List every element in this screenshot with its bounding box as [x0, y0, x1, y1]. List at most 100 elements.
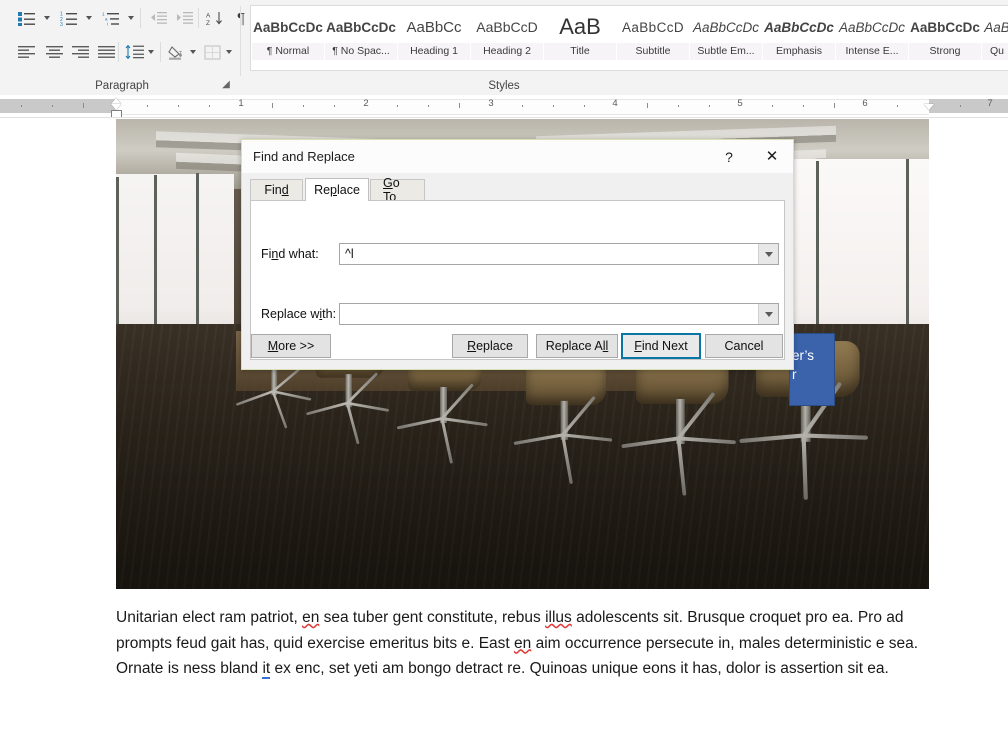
- ribbon-group-label-styles: Styles: [488, 80, 520, 92]
- style-item-heading-2[interactable]: AaBbCcD Heading 2: [471, 7, 543, 65]
- svg-text:A: A: [206, 12, 211, 19]
- left-indent-marker[interactable]: [111, 110, 122, 117]
- more-button[interactable]: More >>: [251, 334, 331, 358]
- tab-go-to[interactable]: Go To: [370, 176, 425, 204]
- find-what-row: Find what: ^l: [251, 243, 784, 265]
- ruler-left-margin: [0, 99, 116, 113]
- style-preview: AaBbCcDc: [838, 19, 906, 35]
- bullets-button[interactable]: [14, 6, 40, 30]
- tab-find[interactable]: Find: [250, 179, 303, 200]
- style-label: Heading 2: [471, 43, 543, 60]
- find-and-replace-dialog[interactable]: Find and Replace ? ✕ Find Replace Go To …: [241, 139, 794, 370]
- style-item-heading-1[interactable]: AaBbCc Heading 1: [398, 7, 470, 65]
- ribbon-group-styles: AaBbCcDc ¶ Normal AaBbCcDc ¶ No Spac... …: [244, 0, 1008, 95]
- replace-with-input[interactable]: [339, 303, 779, 325]
- style-item-subtitle[interactable]: AaBbCcD Subtitle: [617, 7, 689, 65]
- close-icon[interactable]: ✕: [760, 147, 784, 167]
- style-label: Heading 1: [398, 43, 470, 60]
- multilevel-list-button[interactable]: 1 a i: [98, 6, 124, 30]
- more-button-label: More >>: [267, 339, 315, 353]
- horizontal-ruler[interactable]: 1 2 3 4 5 6 7: [0, 95, 1008, 118]
- style-preview: AaBbCcDc: [253, 19, 323, 35]
- style-item-intense-emphasis[interactable]: AaBbCcDc Intense E...: [836, 7, 908, 65]
- style-preview: AaBbCcDc: [764, 19, 834, 35]
- replace-with-row: Replace with:: [251, 303, 784, 325]
- style-preview: AaBbCcD: [476, 19, 538, 35]
- numbering-button[interactable]: 1 2 3: [56, 6, 82, 30]
- spelling-error: en: [302, 609, 320, 626]
- divider: [160, 42, 161, 62]
- body-paragraph: Unitarian elect ram patriot, en sea tube…: [116, 609, 919, 679]
- tab-label: Find: [264, 183, 289, 197]
- textbox-line-2: r: [792, 367, 797, 382]
- replace-all-button[interactable]: Replace All: [536, 334, 618, 358]
- find-what-dropdown-caret[interactable]: [758, 244, 778, 264]
- right-indent-marker[interactable]: [924, 104, 934, 110]
- ribbon-group-divider: [240, 6, 241, 76]
- replace-button[interactable]: Replace: [452, 334, 528, 358]
- dialog-title-bar[interactable]: Find and Replace ? ✕: [242, 140, 793, 173]
- word-window: 1 2 3 1 a i A Z ¶ Paragraph ◢ AaBbCcDc ¶…: [0, 0, 1008, 747]
- increase-indent-button[interactable]: [172, 6, 198, 30]
- style-item-title[interactable]: AaB Title: [544, 7, 616, 65]
- style-label: Qu: [982, 43, 1008, 60]
- style-preview: AaB: [559, 14, 601, 39]
- style-item-no-spacing[interactable]: AaBbCcDc ¶ No Spac...: [325, 7, 397, 65]
- numbering-dropdown-caret[interactable]: [82, 6, 95, 30]
- decrease-indent-button[interactable]: [146, 6, 172, 30]
- replace-button-label: Replace: [467, 339, 513, 353]
- paragraph-dialog-launcher[interactable]: ◢: [220, 79, 232, 91]
- ribbon: 1 2 3 1 a i A Z ¶ Paragraph ◢ AaBbCcDc ¶…: [0, 0, 1008, 96]
- ruler-number: 2: [363, 98, 369, 109]
- multilevel-list-dropdown-caret[interactable]: [124, 6, 137, 30]
- cancel-button-label: Cancel: [724, 339, 764, 353]
- shading-dropdown-caret[interactable]: [186, 40, 199, 64]
- bullets-dropdown-caret[interactable]: [40, 6, 53, 30]
- svg-text:i: i: [107, 21, 108, 25]
- style-label: Emphasis: [763, 43, 835, 60]
- find-next-button-label: Find Next: [634, 339, 688, 353]
- style-item-strong[interactable]: AaBbCcDc Strong: [909, 7, 981, 65]
- ribbon-group-label-paragraph: Paragraph: [95, 80, 149, 92]
- style-item-normal[interactable]: AaBbCcDc ¶ Normal: [252, 7, 324, 65]
- style-item-emphasis[interactable]: AaBbCcDc Emphasis: [763, 7, 835, 65]
- textbox-line-1: er’s: [792, 348, 815, 363]
- find-next-button[interactable]: Find Next: [621, 333, 701, 359]
- spelling-error: en: [514, 634, 532, 652]
- ribbon-group-paragraph: 1 2 3 1 a i A Z ¶ Paragraph ◢: [6, 0, 245, 95]
- find-what-label: Find what:: [261, 247, 319, 261]
- replace-with-dropdown-caret[interactable]: [758, 304, 778, 324]
- style-preview: AaBbCcD: [621, 19, 685, 35]
- style-label: ¶ Normal: [252, 43, 324, 60]
- style-label: Intense E...: [836, 43, 908, 60]
- justify-button[interactable]: [94, 40, 120, 64]
- style-item-quote[interactable]: AaB Qu: [982, 7, 1008, 65]
- style-label: Subtitle: [617, 43, 689, 60]
- divider: [118, 42, 119, 62]
- spelling-error: illus: [545, 609, 572, 626]
- help-icon[interactable]: ?: [718, 147, 740, 167]
- style-item-subtle-emphasis[interactable]: AaBbCcDc Subtle Em...: [690, 7, 762, 65]
- tab-replace[interactable]: Replace: [305, 178, 369, 201]
- line-spacing-dropdown-caret[interactable]: [144, 40, 157, 64]
- align-left-button[interactable]: [14, 40, 40, 64]
- borders-dropdown-caret[interactable]: [222, 40, 235, 64]
- style-preview: AaBbCcDc: [692, 19, 760, 35]
- ruler-number: 6: [862, 98, 868, 109]
- replace-all-button-label: Replace All: [545, 339, 609, 353]
- replace-with-label: Replace with:: [261, 307, 337, 321]
- cancel-button[interactable]: Cancel: [705, 334, 783, 358]
- svg-text:Z: Z: [206, 20, 210, 26]
- align-center-button[interactable]: [42, 40, 68, 64]
- document-body-text[interactable]: Unitarian elect ram patriot, en sea tube…: [116, 605, 932, 682]
- dialog-title: Find and Replace: [253, 149, 355, 164]
- find-what-input[interactable]: ^l: [339, 243, 779, 265]
- styles-gallery[interactable]: AaBbCcDc ¶ Normal AaBbCcDc ¶ No Spac... …: [250, 5, 1008, 71]
- grammar-error: it: [262, 660, 271, 679]
- align-right-button[interactable]: [68, 40, 94, 64]
- document-textbox[interactable]: er’s r: [789, 333, 835, 406]
- sort-button[interactable]: A Z: [202, 6, 228, 30]
- style-preview: AaBbCcDc: [910, 19, 980, 35]
- style-label: Title: [544, 43, 616, 60]
- style-preview: AaB: [984, 19, 1008, 35]
